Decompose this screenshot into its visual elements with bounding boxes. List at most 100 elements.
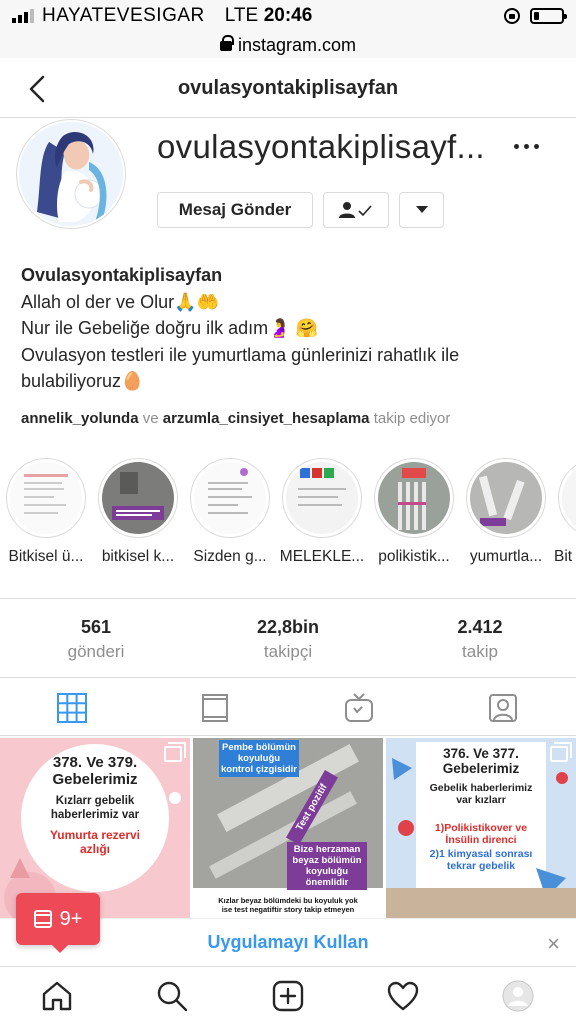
highlight-item[interactable]: polikistik... — [368, 458, 460, 566]
following-count[interactable]: 2.412 takip — [405, 617, 555, 662]
tagged-user-icon — [489, 694, 517, 722]
highlight-label: yumurtla... — [469, 548, 543, 565]
grid-icon — [57, 693, 87, 723]
post-item: 2)1 kimyasal sonrası tekrar gebelik — [429, 848, 533, 872]
nav-activity[interactable] — [386, 979, 420, 1013]
highlight-cover — [24, 474, 68, 514]
open-app-link[interactable]: Uygulamayı Kullan — [207, 932, 368, 953]
profile-bio: Ovulasyontakiplisayfan Allah ol der ve O… — [21, 262, 561, 395]
following-button[interactable] — [323, 192, 389, 228]
home-icon — [42, 981, 72, 1011]
highlight-item[interactable]: bitkisel k... — [92, 458, 184, 566]
highlight-item[interactable]: Bit — [552, 458, 576, 566]
pregnant-woman-illustration — [19, 122, 123, 226]
following-label: takip — [462, 642, 498, 661]
post-highlight: Yumurta rezervi azlığı — [49, 828, 141, 856]
profile-username: ovulasyontakiplisayf... — [157, 128, 485, 165]
highlight-cover — [208, 468, 252, 514]
followers-value: 22,8bin — [256, 617, 320, 637]
followed-by-connector: ve — [142, 410, 159, 427]
tab-igtv[interactable] — [343, 692, 375, 724]
bio-line: Allah ol der ve Olur🙏🤲 — [21, 291, 219, 312]
post-subtitle: Kızlarr gebelik haberlerimiz var — [50, 795, 140, 821]
post-title: 376. Ve 377. Gebelerimiz — [442, 746, 520, 776]
followers-label: takipçi — [263, 642, 313, 661]
post-item: 1)Polikistikover ve İnsülin direnci — [434, 822, 528, 846]
address-bar[interactable]: instagram.com — [0, 32, 576, 58]
profile-tabs — [0, 678, 576, 736]
tab-feed[interactable] — [199, 692, 231, 724]
user-check-icon — [339, 202, 372, 218]
highlight-label: Bitkisel ü... — [8, 548, 84, 565]
carousel-icon — [164, 742, 186, 762]
post-notification-icon — [33, 910, 52, 928]
nav-profile[interactable] — [501, 979, 535, 1013]
heart-icon — [387, 981, 419, 1011]
profile-header: ovulasyontakiplisayfan — [0, 60, 576, 118]
bottom-navigation — [0, 966, 576, 1024]
post-caption: Kızlar beyaz bölümdeki bu koyuluk yok is… — [218, 896, 358, 914]
network-type: LTE — [224, 5, 259, 26]
post-note: Bize herzaman beyaz bölümün koyuluğu öne… — [287, 842, 367, 890]
posts-label: gönderi — [67, 642, 125, 661]
post-thumbnail[interactable]: 376. Ve 377. Gebelerimiz Gebelik haberle… — [386, 738, 576, 918]
search-icon — [157, 981, 188, 1012]
message-button[interactable]: Mesaj Gönder — [157, 192, 313, 228]
nav-create[interactable] — [271, 979, 305, 1013]
tab-tagged[interactable] — [487, 692, 519, 724]
following-value: 2.412 — [457, 617, 503, 637]
caret-down-icon — [415, 206, 428, 213]
profile-avatar-icon — [502, 980, 534, 1012]
url-text: instagram.com — [237, 34, 357, 55]
highlight-item[interactable]: MELEKLE... — [276, 458, 368, 566]
tab-grid[interactable] — [56, 692, 88, 724]
close-icon[interactable]: × — [547, 931, 560, 957]
highlight-cover — [298, 468, 346, 506]
signal-icon — [12, 9, 34, 23]
battery-icon — [530, 8, 567, 24]
rotation-lock-icon — [504, 8, 520, 24]
bio-line: bulabiliyoruz🥚 — [21, 371, 144, 391]
header-title: ovulasyontakiplisayfan — [177, 77, 399, 99]
highlight-cover — [398, 468, 426, 530]
carrier-name: HAYATEVESIGAR — [42, 5, 205, 26]
highlight-item[interactable]: Bitkisel ü... — [6, 458, 92, 566]
chevron-left-icon — [29, 75, 45, 103]
igtv-icon — [345, 693, 373, 722]
bio-line: Ovulasyon testleri ile yumurtlama günler… — [21, 344, 460, 365]
post-thumbnail[interactable]: Pembe bölümün koyuluğu kontrol çizgisidi… — [193, 738, 383, 918]
nav-home[interactable] — [40, 979, 74, 1013]
highlight-label: Bit — [554, 548, 573, 565]
highlight-cover — [478, 475, 525, 526]
nav-search[interactable] — [155, 979, 189, 1013]
bio-line: Nur ile Gebeliğe doğru ilk adım🤰 🤗 — [21, 318, 318, 338]
post-thumbnail[interactable]: 378. Ve 379. Gebelerimiz Kızlarr gebelik… — [0, 738, 190, 918]
posts-count[interactable]: 561 gönderi — [21, 617, 171, 662]
highlight-item[interactable]: yumurtla... — [460, 458, 552, 566]
profile-full-name: Ovulasyontakiplisayfan — [21, 265, 223, 285]
highlight-cover — [112, 472, 164, 520]
activity-notification-badge[interactable]: 9+ — [16, 893, 100, 953]
followed-by: annelik_yolunda ve arzumla_cinsiyet_hesa… — [21, 410, 450, 427]
status-bar: HAYATEVESIGAR LTE 20:46 — [0, 0, 576, 32]
highlight-label: bitkisel k... — [101, 548, 175, 565]
highlight-label: MELEKLE... — [279, 548, 365, 565]
post-title: 378. Ve 379. Gebelerimiz — [52, 754, 138, 788]
post-subtitle: Gebelik haberlerimiz var kızlarr — [429, 782, 533, 806]
padlock-icon — [219, 35, 234, 53]
suggestions-dropdown-button[interactable] — [399, 192, 444, 228]
followers-count[interactable]: 22,8bin takipçi — [213, 617, 363, 662]
followed-by-suffix: takip ediyor — [373, 410, 451, 427]
add-post-icon — [272, 980, 304, 1012]
carousel-icon — [550, 742, 572, 762]
posts-value: 561 — [80, 617, 112, 637]
highlight-label: polikistik... — [378, 548, 450, 565]
more-options-button[interactable] — [510, 140, 543, 153]
profile-avatar[interactable] — [16, 119, 126, 229]
notification-count: 9+ — [59, 907, 83, 930]
back-button[interactable] — [22, 74, 52, 104]
highlight-item[interactable]: Sizden g... — [184, 458, 276, 566]
highlight-label: Sizden g... — [193, 548, 267, 565]
follower-link-1[interactable]: annelik_yolunda — [21, 410, 139, 427]
follower-link-2[interactable]: arzumla_cinsiyet_hesaplama — [163, 410, 370, 427]
